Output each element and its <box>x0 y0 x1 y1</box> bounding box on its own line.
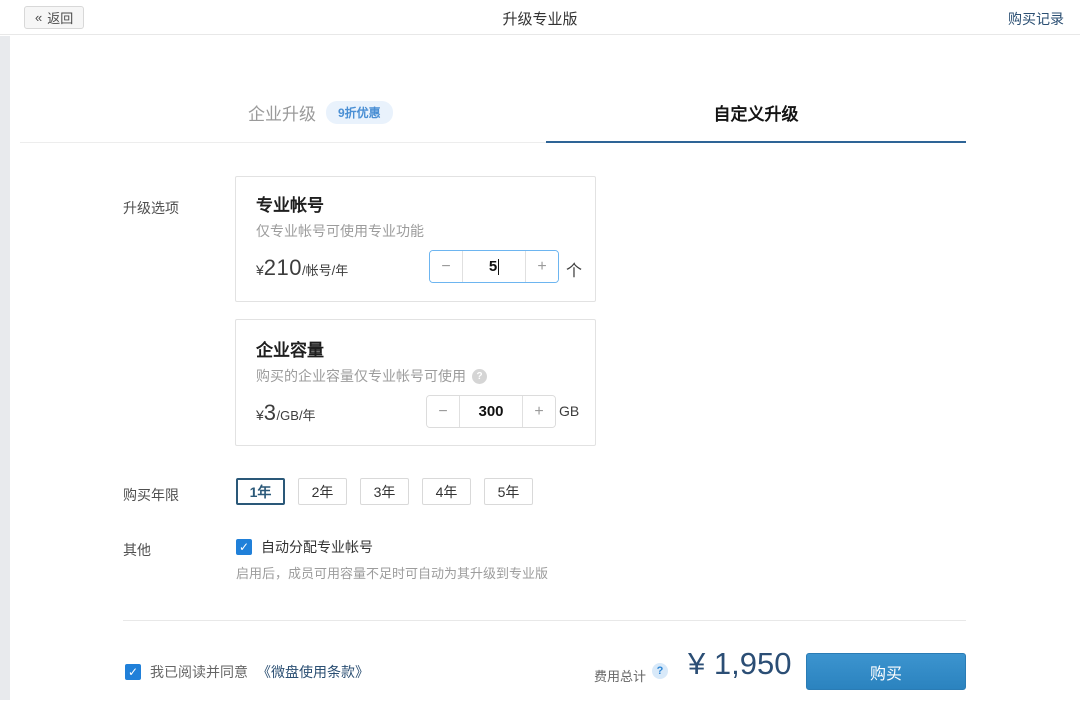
auto-assign-label[interactable]: 自动分配专业帐号 <box>261 537 373 557</box>
purchase-years-group: 1年 2年 3年 4年 5年 <box>236 478 533 505</box>
pro-account-quantity-input[interactable]: 5 <box>463 251 525 282</box>
pro-account-price: ¥210/帐号/年 <box>256 255 348 281</box>
capacity-price: ¥3/GB/年 <box>256 400 316 426</box>
auto-assign-hint: 启用后，成员可用容量不足时可自动为其升级到专业版 <box>236 563 548 582</box>
footer-divider <box>123 620 966 621</box>
minus-button[interactable]: − <box>430 251 463 282</box>
page-title: 升级专业版 <box>0 8 1080 29</box>
capacity-unit-suffix: GB <box>559 403 579 419</box>
agreement-text: 我已阅读并同意 <box>150 662 248 682</box>
capacity-stepper: − 300 + <box>426 395 556 428</box>
pro-account-unit-suffix: 个 <box>566 257 582 281</box>
upgrade-tabs: 企业升级 9折优惠 自定义升级 <box>20 86 966 143</box>
discount-badge: 9折优惠 <box>326 101 393 124</box>
agreement-row: ✓ 我已阅读并同意 《微盘使用条款》 <box>125 662 369 682</box>
plus-button[interactable]: + <box>522 396 555 427</box>
total-cost-label: 费用总计 <box>594 666 646 685</box>
tab-custom-upgrade[interactable]: 自定义升级 <box>546 100 966 125</box>
auto-assign-row: ✓ 自动分配专业帐号 <box>236 537 373 557</box>
other-label: 其他 <box>123 540 151 560</box>
terms-link[interactable]: 《微盘使用条款》 <box>257 662 369 682</box>
capacity-card: 企业容量 购买的企业容量仅专业帐号可使用 ? ¥3/GB/年 − 300 + G… <box>235 319 596 446</box>
upgrade-pro-page: « 返回 升级专业版 购买记录 企业升级 9折优惠 自定义升级 升级选项 购买年… <box>0 0 1080 709</box>
capacity-subtitle: 购买的企业容量仅专业帐号可使用 ? <box>256 366 487 386</box>
year-button-2[interactable]: 2年 <box>298 478 347 505</box>
total-amount: ¥ 1,950 <box>688 646 791 682</box>
minus-button[interactable]: − <box>427 396 460 427</box>
text-caret <box>498 259 499 275</box>
plus-button[interactable]: + <box>525 251 558 282</box>
price-currency: ¥ <box>256 407 264 423</box>
year-button-1[interactable]: 1年 <box>236 478 285 505</box>
capacity-title: 企业容量 <box>256 336 324 361</box>
price-number: 210 <box>264 255 302 280</box>
auto-assign-checkbox[interactable]: ✓ <box>236 539 252 555</box>
left-gutter <box>0 36 10 700</box>
capacity-quantity-input[interactable]: 300 <box>460 396 522 427</box>
purchase-history-link[interactable]: 购买记录 <box>1008 9 1064 29</box>
tab-enterprise-label: 企业升级 <box>248 100 316 125</box>
year-button-5[interactable]: 5年 <box>484 478 533 505</box>
total-cost-help-icon[interactable]: ? <box>652 663 668 679</box>
pro-account-stepper: − 5 + <box>429 250 559 283</box>
pro-account-subtitle: 仅专业帐号可使用专业功能 <box>256 221 424 241</box>
agreement-checkbox[interactable]: ✓ <box>125 664 141 680</box>
year-button-4[interactable]: 4年 <box>422 478 471 505</box>
year-button-3[interactable]: 3年 <box>360 478 409 505</box>
capacity-help-icon[interactable]: ? <box>472 369 487 384</box>
tab-enterprise-upgrade[interactable]: 企业升级 9折优惠 <box>248 100 393 125</box>
price-number: 3 <box>264 400 277 425</box>
pro-account-title: 专业帐号 <box>256 191 324 216</box>
purchase-years-label: 购买年限 <box>123 485 179 505</box>
price-unit: /GB/年 <box>277 408 316 423</box>
buy-button[interactable]: 购买 <box>806 653 966 690</box>
top-bar: « 返回 升级专业版 购买记录 <box>0 0 1080 35</box>
active-tab-underline <box>546 141 966 143</box>
price-currency: ¥ <box>256 262 264 278</box>
price-unit: /帐号/年 <box>302 263 348 278</box>
pro-account-card: 专业帐号 仅专业帐号可使用专业功能 ¥210/帐号/年 − 5 + 个 <box>235 176 596 302</box>
upgrade-options-label: 升级选项 <box>123 198 179 218</box>
